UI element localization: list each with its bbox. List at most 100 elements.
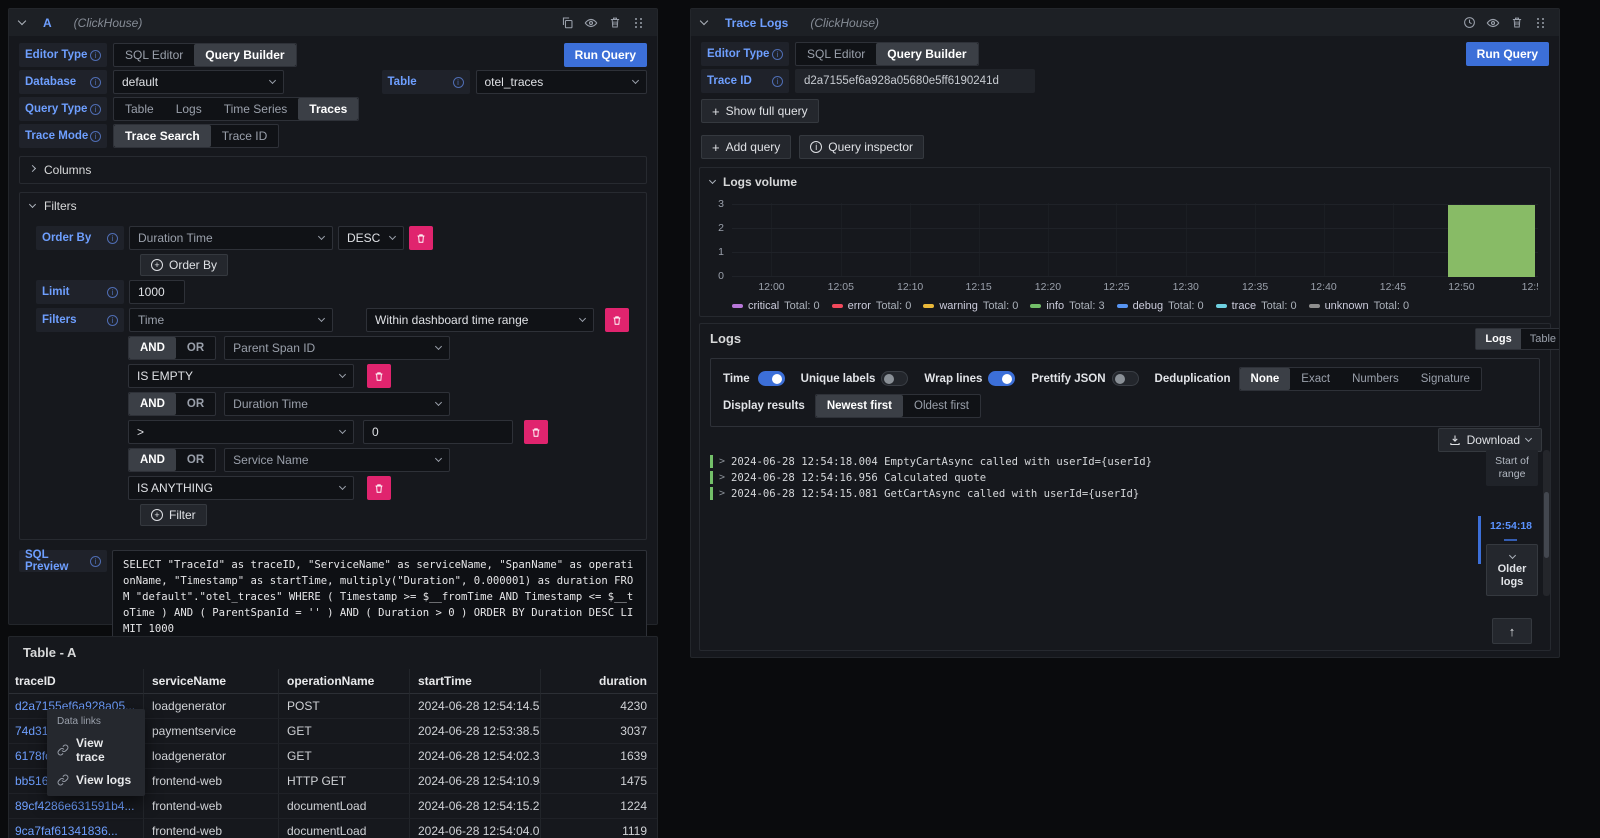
table-select[interactable]: otel_traces bbox=[476, 70, 648, 94]
column-header-duration[interactable]: duration bbox=[540, 669, 657, 694]
column-header-traceid[interactable]: traceID bbox=[9, 669, 143, 694]
trace-id-option[interactable]: Trace ID bbox=[211, 125, 279, 147]
info-icon[interactable]: i bbox=[107, 287, 118, 298]
prettify-json-toggle[interactable] bbox=[1112, 371, 1139, 386]
query-row-header-trace-logs[interactable]: Trace Logs (ClickHouse) bbox=[691, 9, 1559, 36]
remove-filter2-button[interactable] bbox=[524, 420, 548, 444]
info-icon[interactable]: i bbox=[90, 131, 101, 142]
download-button[interactable]: Download bbox=[1438, 428, 1542, 452]
dedup-numbers-option[interactable]: Numbers bbox=[1341, 368, 1410, 390]
log-row[interactable]: > 2024-06-28 12:54:15.081 GetCartAsync c… bbox=[710, 486, 1470, 501]
add-filter-button[interactable]: +Filter bbox=[140, 504, 207, 526]
drag-handle-icon[interactable] bbox=[631, 15, 647, 31]
query-type-table[interactable]: Table bbox=[114, 98, 165, 120]
filter1-field-select[interactable]: Parent Span ID bbox=[224, 336, 450, 360]
scrollbar-thumb[interactable] bbox=[1544, 492, 1549, 558]
legend-item-unknown[interactable]: unknownTotal: 0 bbox=[1309, 300, 1410, 312]
drag-handle-icon[interactable] bbox=[1533, 15, 1549, 31]
and-option[interactable]: AND bbox=[129, 449, 176, 471]
info-icon[interactable]: i bbox=[107, 233, 118, 244]
history-icon[interactable] bbox=[1461, 15, 1477, 31]
log-row[interactable]: > 2024-06-28 12:54:16.956 Calculated quo… bbox=[710, 470, 1470, 485]
database-select[interactable]: default bbox=[113, 70, 284, 94]
query-builder-option[interactable]: Query Builder bbox=[194, 44, 295, 66]
info-icon[interactable]: i bbox=[453, 77, 464, 88]
scroll-to-top-button[interactable]: ↑ bbox=[1492, 618, 1532, 644]
info-icon[interactable]: i bbox=[90, 556, 101, 567]
query-type-traces[interactable]: Traces bbox=[298, 98, 358, 120]
info-icon[interactable]: i bbox=[772, 49, 783, 60]
trace-id-value[interactable]: d2a7155ef6a928a05680e5ff6190241d bbox=[795, 69, 1035, 93]
order-by-field-select[interactable]: Duration Time bbox=[129, 226, 333, 250]
filter2-value-input[interactable] bbox=[363, 420, 513, 444]
logs-scrollbar[interactable] bbox=[1543, 450, 1550, 596]
expand-chevron-icon[interactable]: > bbox=[719, 488, 725, 499]
or-option[interactable]: OR bbox=[176, 449, 215, 471]
legend-item-warning[interactable]: warningTotal: 0 bbox=[923, 300, 1018, 312]
collapse-chevron-icon[interactable] bbox=[700, 17, 708, 25]
add-query-button[interactable]: +Add query bbox=[701, 135, 791, 159]
limit-input[interactable] bbox=[129, 280, 185, 304]
view-logs-link[interactable]: View logs bbox=[57, 773, 135, 787]
remove-order-by-button[interactable] bbox=[409, 226, 433, 250]
dedup-none-option[interactable]: None bbox=[1240, 368, 1291, 390]
trace-search-option[interactable]: Trace Search bbox=[114, 125, 211, 147]
column-header-operationname[interactable]: operationName bbox=[278, 669, 409, 694]
or-option[interactable]: OR bbox=[176, 393, 215, 415]
expand-chevron-icon[interactable]: > bbox=[719, 472, 725, 483]
and-option[interactable]: AND bbox=[129, 337, 176, 359]
unique-labels-toggle[interactable] bbox=[881, 371, 908, 386]
query-builder-option[interactable]: Query Builder bbox=[876, 43, 977, 65]
column-header-servicename[interactable]: serviceName bbox=[143, 669, 278, 694]
filter1-operator-select[interactable]: IS EMPTY bbox=[128, 364, 354, 388]
older-logs-button[interactable]: Older logs bbox=[1486, 544, 1538, 596]
collapse-chevron-icon[interactable] bbox=[709, 177, 716, 184]
wrap-lines-toggle[interactable] bbox=[988, 371, 1015, 386]
run-query-button[interactable]: Run Query bbox=[1466, 42, 1549, 66]
order-by-direction-select[interactable]: DESC bbox=[338, 226, 404, 250]
filter-operator-select[interactable]: Within dashboard time range bbox=[366, 308, 594, 332]
legend-item-debug[interactable]: debugTotal: 0 bbox=[1117, 300, 1204, 312]
info-icon[interactable]: i bbox=[90, 77, 101, 88]
filter-field-select[interactable]: Time bbox=[129, 308, 333, 332]
info-icon[interactable]: i bbox=[107, 315, 118, 326]
legend-item-trace[interactable]: traceTotal: 0 bbox=[1216, 300, 1297, 312]
column-header-starttime[interactable]: startTime bbox=[409, 669, 540, 694]
trash-icon[interactable] bbox=[607, 15, 623, 31]
view-logs-option[interactable]: Logs bbox=[1476, 329, 1520, 349]
legend-item-info[interactable]: infoTotal: 3 bbox=[1030, 300, 1104, 312]
or-option[interactable]: OR bbox=[176, 337, 215, 359]
sql-editor-option[interactable]: SQL Editor bbox=[796, 43, 876, 65]
eye-icon[interactable] bbox=[583, 15, 599, 31]
filters-section-header[interactable]: Filters bbox=[20, 193, 646, 219]
query-type-logs[interactable]: Logs bbox=[165, 98, 213, 120]
trace-id-link[interactable]: 9ca7faf61341836... bbox=[9, 819, 143, 838]
filter3-field-select[interactable]: Service Name bbox=[224, 448, 450, 472]
filter3-operator-select[interactable]: IS ANYTHING bbox=[128, 476, 354, 500]
add-order-by-button[interactable]: +Order By bbox=[140, 254, 228, 276]
legend-item-critical[interactable]: criticalTotal: 0 bbox=[732, 300, 820, 312]
query-row-header-a[interactable]: A (ClickHouse) bbox=[9, 9, 657, 36]
collapse-chevron-icon[interactable] bbox=[18, 17, 26, 25]
legend-item-error[interactable]: errorTotal: 0 bbox=[832, 300, 912, 312]
filter2-field-select[interactable]: Duration Time bbox=[224, 392, 450, 416]
remove-filter1-button[interactable] bbox=[367, 364, 391, 388]
filter2-operator-select[interactable]: > bbox=[128, 420, 354, 444]
trash-icon[interactable] bbox=[1509, 15, 1525, 31]
dedup-exact-option[interactable]: Exact bbox=[1290, 368, 1341, 390]
expand-chevron-icon[interactable]: > bbox=[719, 456, 725, 467]
plot-area[interactable] bbox=[732, 203, 1538, 277]
query-type-timeseries[interactable]: Time Series bbox=[213, 98, 299, 120]
info-level-bar[interactable] bbox=[1448, 205, 1535, 277]
info-icon[interactable]: i bbox=[90, 104, 101, 115]
run-query-button[interactable]: Run Query bbox=[564, 43, 647, 67]
time-toggle[interactable] bbox=[758, 371, 785, 386]
and-option[interactable]: AND bbox=[129, 393, 176, 415]
columns-section-header[interactable]: Columns bbox=[20, 157, 646, 183]
log-row[interactable]: > 2024-06-28 12:54:18.004 EmptyCartAsync… bbox=[710, 454, 1470, 469]
dedup-signature-option[interactable]: Signature bbox=[1410, 368, 1481, 390]
view-trace-link[interactable]: View trace bbox=[57, 736, 135, 764]
eye-icon[interactable] bbox=[1485, 15, 1501, 31]
sql-editor-option[interactable]: SQL Editor bbox=[114, 44, 194, 66]
logs-volume-header[interactable]: Logs volume bbox=[710, 175, 1540, 189]
